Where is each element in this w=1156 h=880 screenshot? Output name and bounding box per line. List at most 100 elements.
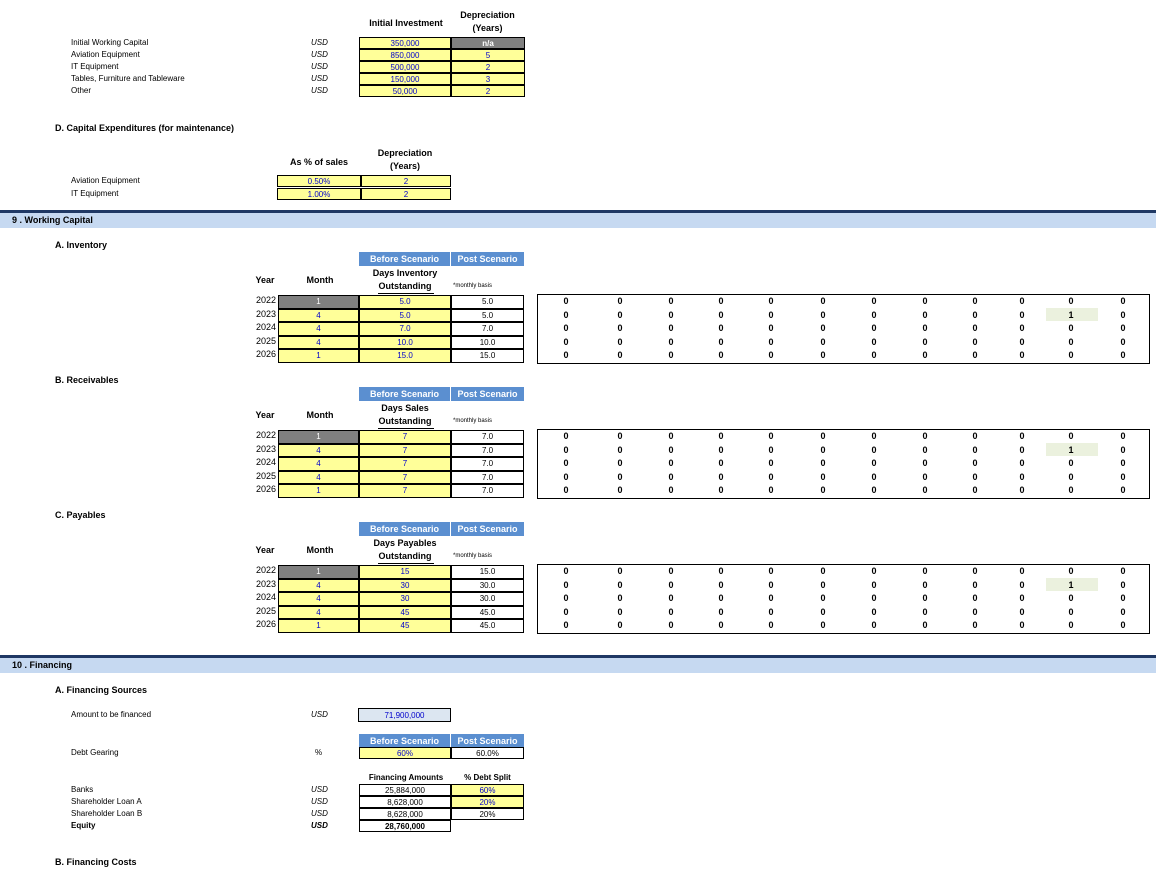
wc-grid-cell: 0 <box>718 606 724 617</box>
capex-row-depreciation[interactable]: n/a <box>451 37 525 49</box>
wc-grid-cell: 0 <box>922 606 928 617</box>
wc-post-scenario-header: Post Scenario <box>451 387 524 401</box>
wc-before-cell[interactable]: 7 <box>359 457 451 471</box>
wc-before-cell[interactable]: 7 <box>359 430 451 444</box>
wc-grid-cell: 0 <box>972 579 978 590</box>
wc-month-cell[interactable]: 4 <box>278 457 359 471</box>
amount-financed-value[interactable]: 71,900,000 <box>358 708 451 722</box>
wc-grid-cell: 0 <box>668 431 674 441</box>
wc-year-cell: 2026 <box>255 619 276 630</box>
wc-grid-cell: 0 <box>768 323 774 334</box>
fin-row-split[interactable]: 20% <box>451 796 524 808</box>
wc-grid-cell: 0 <box>718 296 724 306</box>
wc-before-cell[interactable]: 15.0 <box>359 349 451 363</box>
wc-month-cell[interactable]: 4 <box>278 470 359 485</box>
wc-before-cell[interactable]: 30 <box>359 592 451 606</box>
maint-row-dep[interactable]: 2 <box>361 188 451 200</box>
wc-grid-cell: 0 <box>1019 485 1025 496</box>
wc-year-cell: 2024 <box>255 592 276 603</box>
wc-month-cell[interactable]: 1 <box>278 349 359 363</box>
wc-grid-cell: 0 <box>820 458 826 469</box>
wc-grid-cell: 0 <box>871 485 877 496</box>
wc-before-cell[interactable]: 15 <box>359 565 451 579</box>
wc-metric-header: Days Sales Outstanding <box>378 403 432 426</box>
wc-before-cell[interactable]: 45 <box>359 605 451 620</box>
wc-before-cell[interactable]: 7 <box>359 443 451 458</box>
wc-month-cell[interactable]: 1 <box>278 565 359 579</box>
amount-financed-currency: USD <box>311 710 328 719</box>
capex-row-investment[interactable]: 50,000 <box>359 85 451 97</box>
wc-grid-cell: 0 <box>617 431 623 441</box>
section-header-financing: 10 . Financing <box>0 655 1156 673</box>
fin-post-scenario-header: Post Scenario <box>451 734 524 748</box>
debt-gearing-label: Debt Gearing <box>71 748 119 757</box>
wc-before-cell[interactable]: 7.0 <box>359 322 451 336</box>
capex-row-depreciation[interactable]: 2 <box>451 85 525 97</box>
wc-post-scenario-header: Post Scenario <box>451 252 524 266</box>
wc-before-cell[interactable]: 30 <box>359 578 451 593</box>
wc-post-scenario-header: Post Scenario <box>451 522 524 536</box>
maint-row-dep[interactable]: 2 <box>361 175 451 187</box>
wc-grid-cell: 0 <box>972 323 978 334</box>
wc-post-cell: 15.0 <box>451 565 524 579</box>
wc-month-cell[interactable]: 1 <box>278 430 359 444</box>
wc-grid-cell: 0 <box>1019 593 1025 604</box>
wc-before-cell[interactable]: 45 <box>359 619 451 633</box>
capex-row-investment[interactable]: 150,000 <box>359 73 451 85</box>
capex-row-investment[interactable]: 850,000 <box>359 49 451 61</box>
capex-row-depreciation[interactable]: 2 <box>451 61 525 73</box>
wc-grid-cell: 0 <box>922 444 928 455</box>
wc-month-cell[interactable]: 4 <box>278 335 359 350</box>
capex-row-investment[interactable]: 500,000 <box>359 61 451 73</box>
wc-month-cell[interactable]: 1 <box>278 295 359 309</box>
wc-month-cell[interactable]: 4 <box>278 308 359 323</box>
wc-month-cell[interactable]: 4 <box>278 578 359 593</box>
wc-grid-cell: 0 <box>768 606 774 617</box>
wc-grid-cell: 0 <box>1120 485 1126 496</box>
capex-row-depreciation[interactable]: 3 <box>451 73 525 85</box>
section-title-financing-sources: A. Financing Sources <box>55 685 148 695</box>
capex-row-label: Aviation Equipment <box>71 50 140 59</box>
wc-grid-cell: 0 <box>563 593 569 604</box>
wc-year-cell: 2023 <box>255 308 276 319</box>
wc-grid-cell: 0 <box>871 593 877 604</box>
wc-month-cell[interactable]: 1 <box>278 619 359 633</box>
wc-grid-cell: 0 <box>668 620 674 631</box>
wc-before-cell[interactable]: 7 <box>359 470 451 485</box>
wc-month-cell[interactable]: 4 <box>278 592 359 606</box>
wc-grid-cell: 0 <box>563 323 569 334</box>
maint-row-pct[interactable]: 0.50% <box>277 175 361 187</box>
wc-grid-cell: 0 <box>922 431 928 441</box>
wc-before-cell[interactable]: 10.0 <box>359 335 451 350</box>
wc-grid-cell: 0 <box>972 309 978 320</box>
wc-month-cell[interactable]: 4 <box>278 605 359 620</box>
wc-grid-cell: 0 <box>718 458 724 469</box>
wc-grid-cell: 0 <box>1120 458 1126 469</box>
capex-row-investment[interactable]: 350,000 <box>359 37 451 49</box>
wc-grid-cell: 0 <box>1068 350 1074 361</box>
wc-before-cell[interactable]: 5.0 <box>359 295 451 309</box>
maint-row-pct[interactable]: 1.00% <box>277 188 361 200</box>
wc-month-cell[interactable]: 4 <box>278 322 359 336</box>
wc-grid-cell: 0 <box>563 309 569 320</box>
wc-month-cell[interactable]: 4 <box>278 443 359 458</box>
wc-post-cell: 7.0 <box>451 484 524 498</box>
debt-gearing-before[interactable]: 60% <box>359 747 451 759</box>
wc-grid-cell: 0 <box>871 471 877 482</box>
wc-grid-cell: 0 <box>768 444 774 455</box>
capex-row-depreciation[interactable]: 5 <box>451 49 525 61</box>
col-header-financing-amounts: Financing Amounts <box>368 773 444 782</box>
wc-grid-cell: 0 <box>718 431 724 441</box>
wc-before-cell[interactable]: 5.0 <box>359 308 451 323</box>
wc-grid-cell: 0 <box>871 606 877 617</box>
wc-grid-cell: 0 <box>768 296 774 306</box>
wc-before-cell[interactable]: 7 <box>359 484 451 498</box>
fin-row-split[interactable]: 60% <box>451 784 524 796</box>
wc-grid-cell: 1 <box>1068 309 1074 320</box>
section-title-financing-costs: B. Financing Costs <box>55 857 137 867</box>
wc-grid-cell: 0 <box>820 336 826 347</box>
wc-month-cell[interactable]: 1 <box>278 484 359 498</box>
fin-row-label: Equity <box>71 821 96 830</box>
capex-row-currency: USD <box>311 50 328 59</box>
wc-grid-cell: 0 <box>871 296 877 306</box>
